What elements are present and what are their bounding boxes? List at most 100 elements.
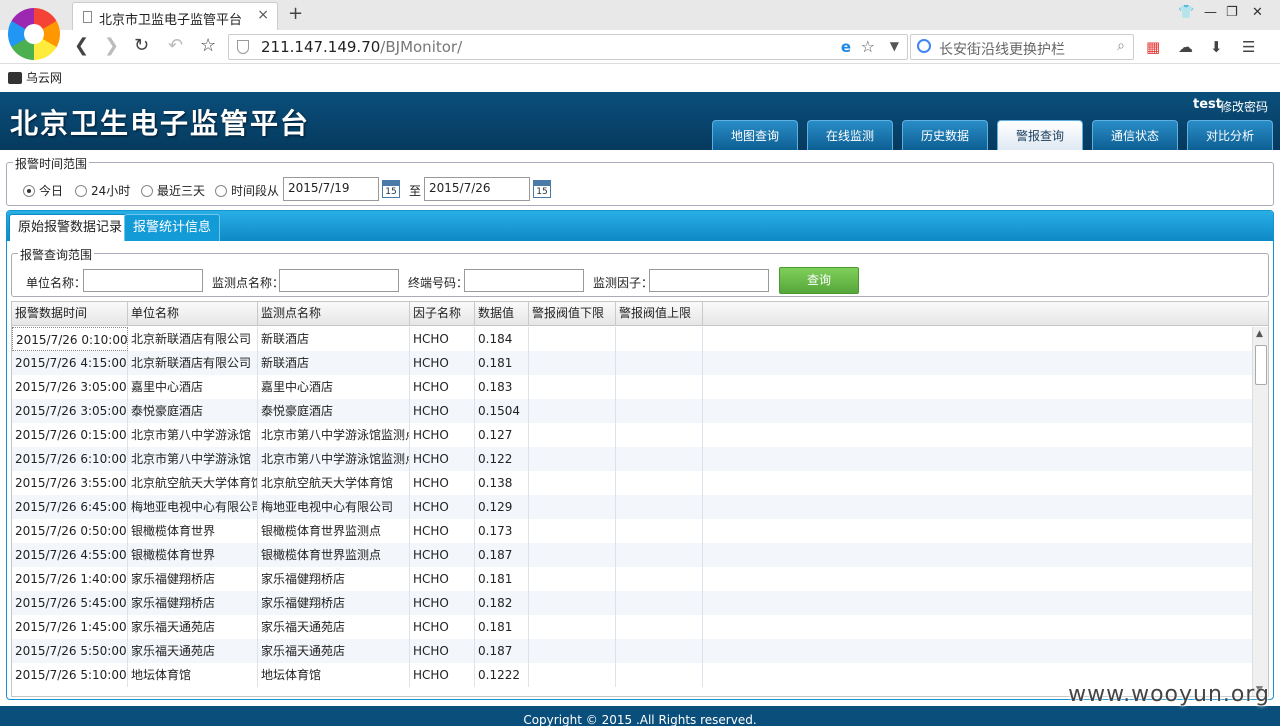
ie-compat-icon[interactable]: e bbox=[841, 38, 851, 56]
nav-tab-alarm-query[interactable]: 警报查询 bbox=[997, 120, 1083, 150]
table-cell: 0.181 bbox=[475, 615, 529, 639]
undo-icon[interactable]: ↶ bbox=[168, 36, 183, 56]
column-header[interactable]: 警报阀值上限 bbox=[616, 302, 703, 326]
address-bar[interactable]: 211.147.149.70/BJMonitor/ e ☆ ▼ bbox=[228, 34, 908, 60]
vertical-scrollbar[interactable]: ▲ ▼ bbox=[1252, 327, 1268, 696]
table-cell bbox=[616, 399, 703, 423]
table-cell bbox=[616, 519, 703, 543]
table-cell: 2015/7/26 6:10:00 bbox=[12, 447, 128, 471]
scroll-thumb[interactable] bbox=[1255, 345, 1267, 385]
calendar-to-icon[interactable]: 15 bbox=[533, 180, 551, 198]
table-cell bbox=[529, 519, 616, 543]
table-cell bbox=[529, 351, 616, 375]
radio-last-3-days[interactable]: 最近三天 bbox=[141, 182, 205, 199]
minimize-icon[interactable]: — bbox=[1204, 5, 1217, 20]
radio-button[interactable] bbox=[215, 185, 227, 197]
skin-icon[interactable]: 👕 bbox=[1178, 5, 1194, 20]
terminal-number-input[interactable] bbox=[464, 269, 584, 292]
table-cell bbox=[529, 567, 616, 591]
radio-24h[interactable]: 24小时 bbox=[75, 182, 130, 199]
table-row[interactable]: 2015/7/26 6:45:00 梅地亚电视中心有限公司 梅地亚电视中心有限公司 H… bbox=[12, 495, 1252, 519]
table-cell: 2015/7/26 5:50:00 bbox=[12, 639, 128, 663]
column-header[interactable]: 单位名称 bbox=[128, 302, 258, 326]
browser-tab[interactable]: 北京市卫监电子监管平台 × bbox=[72, 2, 278, 30]
browser-tab-title: 北京市卫监电子监管平台 bbox=[99, 13, 243, 28]
table-row[interactable]: 2015/7/26 4:55:00 银橄榄体育世界 银橄榄体育世界监测点 HCHO 0.… bbox=[12, 543, 1252, 567]
column-header[interactable]: 监测点名称 bbox=[258, 302, 410, 326]
chevron-down-icon[interactable]: ▼ bbox=[890, 39, 899, 53]
change-password-link[interactable]: 修改密码 bbox=[1220, 98, 1268, 115]
monitor-factor-input[interactable] bbox=[649, 269, 769, 292]
nav-tab-history[interactable]: 历史数据 bbox=[902, 120, 988, 150]
nav-tab-online-monitor[interactable]: 在线监测 bbox=[807, 120, 893, 150]
table-row[interactable]: 2015/7/26 6:10:00 北京市第八中学游泳馆 北京市第八中学游泳馆监测点… bbox=[12, 447, 1252, 471]
nav-tab-comm-status[interactable]: 通信状态 bbox=[1092, 120, 1178, 150]
table-row[interactable]: 2015/7/26 3:05:00 泰悦豪庭酒店 泰悦豪庭酒店 HCHO 0.1504 bbox=[12, 399, 1252, 423]
scroll-up-icon[interactable]: ▲ bbox=[1256, 329, 1263, 339]
nav-tab-compare[interactable]: 对比分析 bbox=[1187, 120, 1273, 150]
table-cell bbox=[529, 423, 616, 447]
close-tab-icon[interactable]: × bbox=[257, 7, 269, 23]
table-row[interactable]: 2015/7/26 0:50:00 银橄榄体育世界 银橄榄体育世界监测点 HCHO 0.… bbox=[12, 519, 1252, 543]
table-row[interactable]: 2015/7/26 1:40:00 家乐福健翔桥店 家乐福健翔桥店 HCHO 0.181 bbox=[12, 567, 1252, 591]
table-cell: 0.173 bbox=[475, 519, 529, 543]
nav-tab-map-query[interactable]: 地图查询 bbox=[712, 120, 798, 150]
site-name-input[interactable] bbox=[279, 269, 399, 292]
cloud-icon[interactable]: ☁ bbox=[1178, 38, 1193, 56]
table-row[interactable]: 2015/7/26 1:45:00 家乐福天通苑店 家乐福天通苑店 HCHO 0.181 bbox=[12, 615, 1252, 639]
new-tab-button[interactable]: + bbox=[288, 3, 303, 24]
query-button[interactable]: 查询 bbox=[779, 267, 859, 294]
date-to-input[interactable]: 2015/7/26 bbox=[424, 177, 530, 201]
bookmark-wooyun[interactable]: 乌云网 bbox=[8, 69, 62, 86]
url-path: /BJMonitor/ bbox=[380, 38, 463, 56]
browser-search-box[interactable]: 长安街沿线更换护栏 ⌕ bbox=[910, 34, 1134, 60]
watermark: www.wooyun.org bbox=[1068, 682, 1270, 707]
radio-button[interactable] bbox=[141, 185, 153, 197]
bookmarks-bar: 乌云网 bbox=[0, 64, 1280, 90]
radio-button[interactable] bbox=[23, 185, 35, 197]
close-window-icon[interactable]: ✕ bbox=[1252, 5, 1263, 20]
table-cell: 2015/7/26 1:45:00 bbox=[12, 615, 128, 639]
table-row[interactable]: 2015/7/26 4:15:00 北京新联酒店有限公司 新联酒店 HCHO 0.181 bbox=[12, 351, 1252, 375]
table-row[interactable]: 2015/7/26 3:55:00 北京航空航天大学体育馆 北京航空航天大学体育馆 H… bbox=[12, 471, 1252, 495]
date-from-input[interactable]: 2015/7/19 bbox=[283, 177, 379, 201]
table-cell bbox=[529, 543, 616, 567]
url-text[interactable]: 211.147.149.70/BJMonitor/ bbox=[261, 38, 462, 56]
download-icon[interactable]: ⬇ bbox=[1210, 38, 1223, 56]
table-cell: 2015/7/26 0:10:00 bbox=[12, 327, 128, 351]
menu-icon[interactable]: ☰ bbox=[1242, 38, 1255, 56]
reload-icon[interactable]: ↻ bbox=[134, 36, 149, 56]
bookmark-star-icon[interactable]: ☆ bbox=[200, 36, 216, 56]
favorite-star-icon[interactable]: ☆ bbox=[861, 37, 875, 56]
table-row[interactable]: 2015/7/26 5:10:00 地坛体育馆 地坛体育馆 HCHO 0.1222 bbox=[12, 663, 1252, 687]
calendar-from-icon[interactable]: 15 bbox=[382, 180, 400, 198]
back-icon[interactable]: ❮ bbox=[74, 36, 89, 56]
tab-alarm-statistics[interactable]: 报警统计信息 bbox=[124, 214, 221, 241]
table-row[interactable]: 2015/7/26 5:45:00 家乐福健翔桥店 家乐福健翔桥店 HCHO 0.182 bbox=[12, 591, 1252, 615]
column-header[interactable]: 报警数据时间 bbox=[12, 302, 128, 326]
column-header[interactable]: 因子名称 bbox=[410, 302, 475, 326]
apps-grid-icon[interactable]: ▦ bbox=[1146, 38, 1160, 56]
radio-button[interactable] bbox=[75, 185, 87, 197]
maximize-icon[interactable]: ❐ bbox=[1226, 5, 1238, 20]
forward-icon[interactable]: ❯ bbox=[104, 36, 119, 56]
table-row[interactable]: 2015/7/26 5:50:00 家乐福天通苑店 家乐福天通苑店 HCHO 0.187 bbox=[12, 639, 1252, 663]
unit-name-input[interactable] bbox=[83, 269, 203, 292]
table-row[interactable]: 2015/7/26 0:15:00 北京市第八中学游泳馆 北京市第八中学游泳馆监测点… bbox=[12, 423, 1252, 447]
radio-today[interactable]: 今日 bbox=[23, 182, 63, 199]
table-cell: HCHO bbox=[410, 399, 475, 423]
column-header[interactable]: 数据值 bbox=[475, 302, 529, 326]
column-header[interactable]: 警报阀值下限 bbox=[529, 302, 616, 326]
table-row[interactable]: 2015/7/26 3:05:00 嘉里中心酒店 嘉里中心酒店 HCHO 0.183 bbox=[12, 375, 1252, 399]
search-icon[interactable]: ⌕ bbox=[1117, 38, 1125, 54]
table-cell bbox=[616, 495, 703, 519]
table-cell bbox=[616, 423, 703, 447]
table-cell: 家乐福健翔桥店 bbox=[128, 567, 258, 591]
table-cell bbox=[529, 327, 616, 351]
table-cell: 家乐福健翔桥店 bbox=[258, 567, 410, 591]
table-row[interactable]: 2015/7/26 0:10:00 北京新联酒店有限公司 新联酒店 HCHO 0.184 bbox=[12, 327, 1252, 351]
radio-time-period[interactable]: 时间段从 bbox=[215, 182, 279, 199]
table-cell: 2015/7/26 1:40:00 bbox=[12, 567, 128, 591]
table-cell: 0.187 bbox=[475, 639, 529, 663]
tab-raw-alarm-records[interactable]: 原始报警数据记录 bbox=[9, 214, 132, 241]
